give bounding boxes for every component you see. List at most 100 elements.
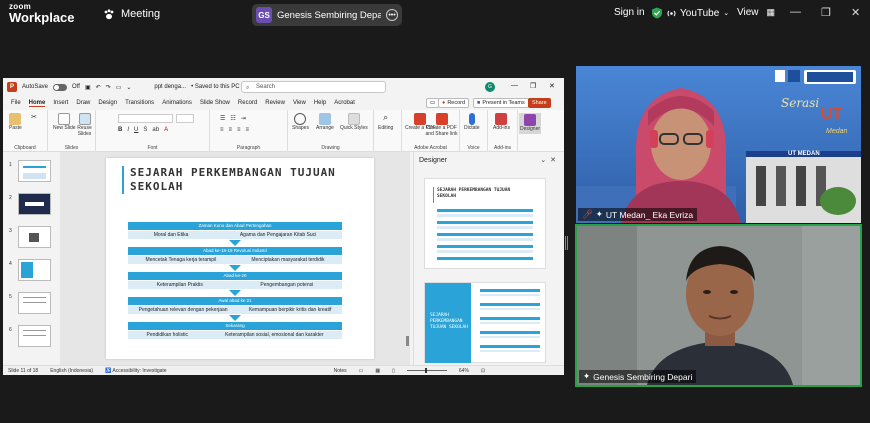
share-button[interactable]: Share (528, 98, 551, 108)
thumb-number: 4 (9, 261, 12, 267)
cut-icon[interactable]: ✂ (31, 114, 37, 122)
slide-thumbnail-3[interactable] (18, 226, 51, 248)
minimize-icon[interactable]: — (790, 6, 801, 18)
design-idea-1[interactable]: SEJARAH PERKEMBANGAN TUJUAN SEKOLAH (424, 178, 546, 269)
shadow-icon[interactable]: S (143, 127, 147, 133)
undo-icon[interactable]: ↶ (96, 84, 101, 91)
minimize-icon[interactable]: — (511, 82, 518, 89)
sign-in-button[interactable]: Sign in (614, 7, 645, 18)
accessibility-status[interactable]: ♿ Accessibility: Investigate (105, 368, 167, 374)
slide-thumbnail-6[interactable] (18, 325, 51, 347)
font-color-icon[interactable]: A (164, 127, 168, 133)
save-icon[interactable]: ▣ (85, 84, 91, 91)
align-left-icon[interactable]: ≡ (220, 127, 224, 133)
slide-thumbnail-2[interactable] (18, 193, 51, 215)
tab-animations[interactable]: Animations (162, 100, 192, 106)
tab-draw[interactable]: Draw (76, 100, 90, 106)
panel-splitter[interactable] (565, 236, 568, 250)
slideshow-icon[interactable]: ▭ (116, 84, 122, 91)
slide-thumbnail-1[interactable] (18, 160, 51, 182)
slide-thumbnail-5[interactable] (18, 292, 51, 314)
zoom-slider[interactable] (406, 368, 447, 373)
font-family-select[interactable] (118, 114, 173, 123)
down-arrow-icon (229, 240, 241, 246)
arrange-button[interactable]: Arrange (316, 113, 334, 132)
tab-transitions[interactable]: Transitions (125, 100, 154, 106)
align-right-icon[interactable]: ≡ (237, 127, 241, 133)
screen-share-indicator[interactable]: GS Genesis Sembiring Depari's scree ••• (252, 4, 402, 26)
broadcast-icon (667, 10, 676, 16)
tab-slide-show[interactable]: Slide Show (200, 100, 230, 106)
create-pdf-share-button[interactable]: Create a PDF and Share link (425, 113, 458, 137)
chevron-down-icon[interactable]: ⌄ (540, 157, 546, 164)
down-arrow-icon (229, 315, 241, 321)
close-icon[interactable]: ✕ (851, 6, 860, 19)
view-button[interactable]: View ▦ (737, 7, 775, 18)
justify-icon[interactable]: ≡ (246, 127, 250, 133)
bullets-icon[interactable]: ☰ (220, 115, 225, 122)
tab-view[interactable]: View (293, 100, 306, 106)
numbering-icon[interactable]: ☷ (230, 115, 235, 122)
new-slide-button[interactable]: New Slide (53, 113, 76, 132)
quick-styles-button[interactable]: Quick Styles (340, 113, 368, 132)
thumb-number: 3 (9, 228, 12, 234)
indent-icon[interactable]: ⇥ (241, 115, 246, 122)
user-avatar[interactable]: G (485, 82, 495, 92)
tab-insert[interactable]: Insert (53, 100, 68, 106)
tab-acrobat[interactable]: Acrobat (334, 100, 355, 106)
reading-view-icon[interactable]: ▯ (392, 368, 395, 374)
tab-file[interactable]: File (11, 100, 21, 106)
search-input[interactable]: ⌕ Search (241, 81, 386, 93)
slide-thumbnail-4[interactable] (18, 259, 51, 281)
current-slide[interactable]: SEJARAH PERKEMBANGAN TUJUAN SEKOLAH Zama… (106, 158, 374, 359)
youtube-live-button[interactable]: YouTube ⌄ (651, 7, 729, 19)
tab-home[interactable]: Home (28, 100, 46, 107)
present-teams-button[interactable]: ■ Present in Teams (473, 98, 529, 108)
participant-video-1[interactable]: Serasi UT Medan UT MEDAN 🎤︎ ✦ UT Medan_ … (576, 66, 861, 223)
meeting-button[interactable]: Meeting (103, 8, 160, 20)
flow-header: Awal abad ke 21 (128, 297, 342, 305)
language-status[interactable]: English (Indonesia) (50, 368, 93, 374)
restore-icon[interactable]: ❐ (821, 6, 831, 19)
close-icon[interactable]: ✕ (549, 82, 555, 90)
reuse-slides-button[interactable]: Reuse Slides (74, 113, 95, 137)
redo-icon[interactable]: ↷ (106, 84, 111, 91)
shapes-button[interactable]: Shapes (292, 113, 309, 132)
tab-record[interactable]: Record (238, 100, 257, 106)
fit-slide-icon[interactable]: ⊡ (481, 368, 485, 374)
participant-video-2[interactable]: ✦ Genesis Sembiring Depari (575, 224, 862, 387)
microphone-icon (468, 113, 475, 125)
flow-left: Moral dan Etika (153, 232, 189, 238)
tab-design[interactable]: Design (98, 100, 117, 106)
create-pdf-share-label: Create a PDF and Share link (425, 125, 458, 137)
flow-right: Keterampilan sosial, emosional dan karak… (225, 332, 324, 338)
italic-icon[interactable]: I (127, 127, 129, 133)
align-center-icon[interactable]: ≡ (229, 127, 233, 133)
designer-icon (524, 114, 536, 126)
more-options-icon[interactable]: ••• (386, 9, 398, 21)
strikethrough-icon[interactable]: ab (152, 127, 159, 133)
flow-right: Agama dan Pengajaran Kitab Suci (239, 232, 317, 238)
autosave-toggle[interactable] (53, 83, 68, 91)
underline-icon[interactable]: U (134, 127, 138, 133)
tab-review[interactable]: Review (265, 100, 285, 106)
tab-help[interactable]: Help (314, 100, 326, 106)
font-size-select[interactable] (176, 114, 194, 123)
scroll-thumb[interactable] (406, 336, 409, 346)
designer-button[interactable]: Designer (519, 113, 542, 134)
slide-sorter-icon[interactable]: ▦ (375, 368, 380, 374)
slide-scrollbar[interactable] (405, 152, 410, 365)
paste-button[interactable]: Paste (9, 113, 22, 132)
addins-button[interactable]: Add-ins (493, 113, 510, 132)
editing-button[interactable]: ⌕ Editing (378, 112, 393, 132)
close-icon[interactable]: ✕ (550, 157, 556, 164)
dictate-button[interactable]: Dictate (464, 113, 480, 132)
design-idea-2[interactable]: SEJARAH PERKEMBANGAN TUJUAN SEKOLAH (424, 282, 546, 363)
notes-button[interactable]: Notes (334, 368, 347, 374)
customize-icon[interactable]: ⌄ (126, 84, 131, 91)
shapes-label: Shapes (292, 125, 309, 131)
bold-icon[interactable]: B (118, 127, 122, 133)
record-button[interactable]: ● Record (438, 98, 470, 108)
restore-icon[interactable]: ❐ (530, 82, 536, 90)
normal-view-icon[interactable]: ▭ (359, 368, 364, 374)
